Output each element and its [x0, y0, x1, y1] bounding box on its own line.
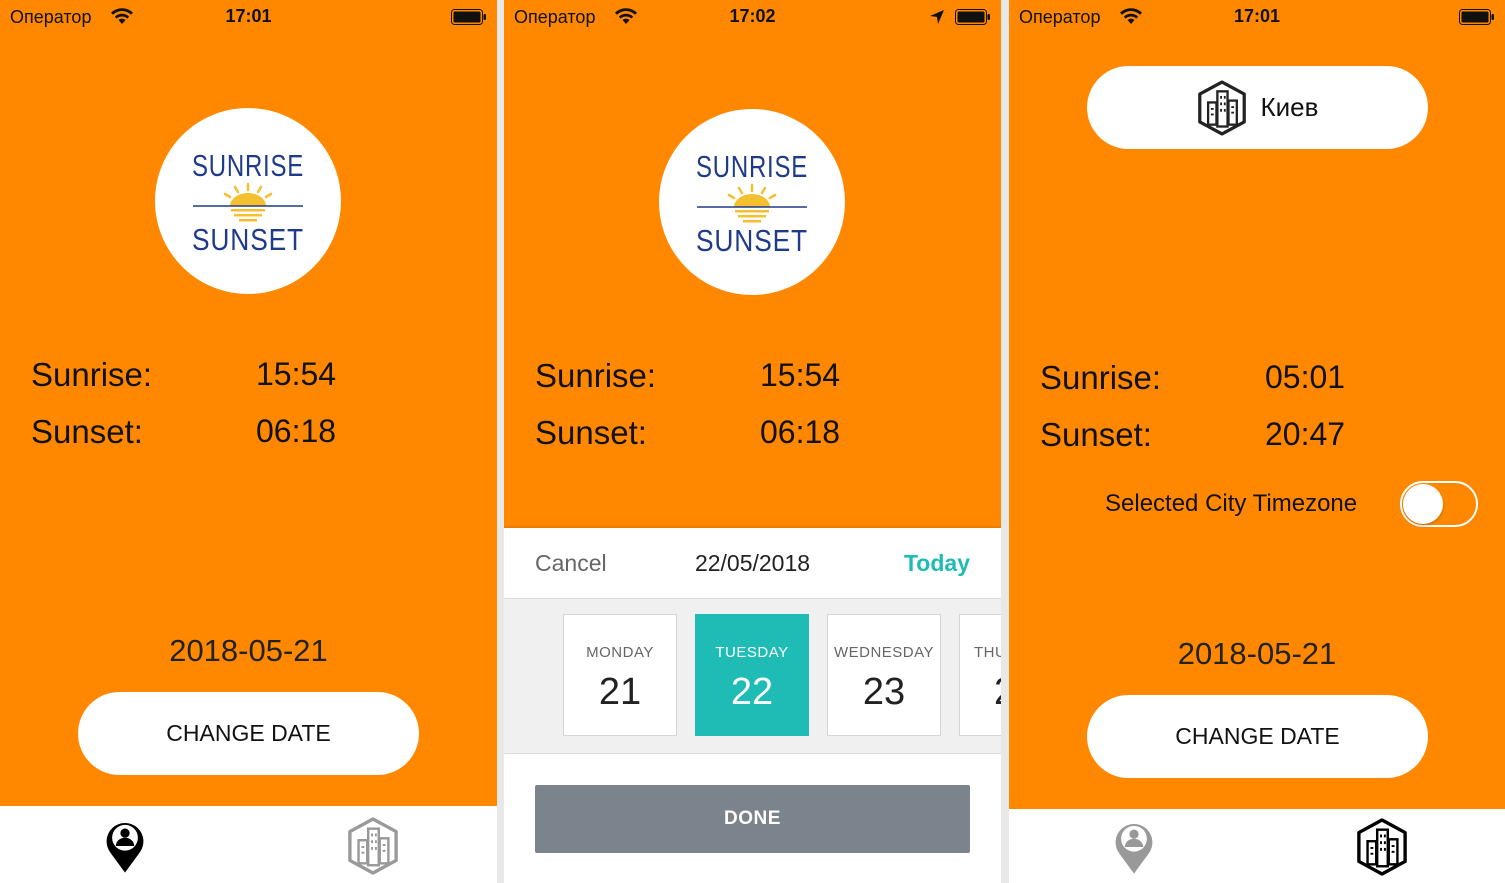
city-buildings-icon — [1356, 818, 1408, 876]
sunrise-sunset-logo — [155, 108, 341, 294]
done-button[interactable]: DONE — [535, 785, 970, 853]
timezone-toggle[interactable] — [1400, 481, 1478, 527]
sunrise-label: Sunrise: — [535, 357, 657, 394]
sunrise-time: 15:54 — [760, 357, 841, 393]
change-date-button[interactable]: CHANGE DATE — [78, 692, 419, 775]
tab-location[interactable] — [1089, 814, 1179, 880]
sunrise-label: Sunrise: — [1040, 359, 1162, 396]
sunset-label: Sunset: — [535, 414, 647, 451]
sunset-label: Sunset: — [1040, 416, 1152, 453]
day-card-monday[interactable]: MONDAY 21 — [563, 614, 677, 736]
sunrise-time: 15:54 — [256, 356, 337, 392]
timezone-toggle-label: Selected City Timezone — [1105, 490, 1358, 517]
day-of-week: MONDAY — [586, 644, 654, 661]
day-of-week: THU — [974, 644, 1001, 661]
date-picker-header: Cancel 22/05/2018 Today — [504, 528, 1001, 599]
tab-bar — [0, 806, 497, 883]
day-number: 2 — [960, 671, 1001, 714]
tab-city[interactable] — [328, 814, 418, 878]
sunrise-sunset-logo — [659, 109, 845, 295]
selected-date: 2018-05-21 — [169, 633, 328, 668]
tab-bar — [1009, 809, 1505, 883]
day-number: 21 — [598, 671, 642, 713]
status-bar: Оператор 17:01 — [1009, 0, 1505, 34]
battery-icon — [451, 9, 487, 25]
screen-date-picker: Оператор 17:02 Sunrise: 15:54 Sunset: 06… — [504, 0, 1001, 883]
date-picker-sheet: Cancel 22/05/2018 Today MONDAY 21 TUESDA… — [504, 528, 1001, 883]
day-number: 23 — [862, 671, 906, 713]
day-number: 22 — [730, 671, 774, 713]
location-arrow-icon — [930, 10, 944, 24]
change-date-button[interactable]: CHANGE DATE — [1087, 695, 1428, 778]
status-bar: Оператор 17:01 — [0, 0, 497, 34]
city-buildings-icon — [347, 817, 399, 875]
day-card-tuesday[interactable]: TUESDAY 22 — [695, 614, 809, 736]
status-time: 17:02 — [729, 6, 776, 26]
location-person-icon — [1111, 816, 1157, 878]
city-select-button[interactable]: Киев — [1087, 66, 1428, 149]
status-bar: Оператор 17:02 — [504, 0, 1001, 34]
city-buildings-icon — [1197, 80, 1247, 136]
day-of-week: TUESDAY — [715, 644, 789, 661]
status-time: 17:01 — [225, 6, 272, 26]
sunrise-time: 05:01 — [1265, 359, 1346, 395]
today-button[interactable]: Today — [904, 550, 970, 577]
screen-city: Оператор 17:01 Киев Sunrise: 05:01 Sunse… — [1009, 0, 1505, 883]
sunset-label: Sunset: — [31, 413, 143, 450]
sunset-time: 20:47 — [1265, 416, 1346, 452]
screen-location: Оператор 17:01 Sunrise: 15:54 Sunset: 06… — [0, 0, 497, 883]
sunset-time: 06:18 — [760, 414, 841, 450]
day-of-week: WEDNESDAY — [833, 644, 935, 661]
day-card-thursday[interactable]: THU 2 — [959, 614, 1001, 736]
city-name: Киев — [1260, 92, 1319, 122]
battery-icon — [1459, 9, 1495, 25]
sunrise-label: Sunrise: — [31, 356, 153, 393]
sunset-time: 06:18 — [256, 413, 337, 449]
selected-date: 2018-05-21 — [1177, 636, 1337, 671]
day-carousel[interactable]: MONDAY 21 TUESDAY 22 WEDNESDAY 23 THU 2 — [504, 599, 1001, 754]
tab-location[interactable] — [80, 812, 170, 880]
battery-icon — [955, 9, 991, 25]
location-person-icon — [102, 815, 148, 877]
day-card-wednesday[interactable]: WEDNESDAY 23 — [827, 614, 941, 736]
tab-city[interactable] — [1337, 815, 1427, 879]
toggle-knob — [1403, 484, 1443, 524]
status-time: 17:01 — [1233, 6, 1281, 26]
